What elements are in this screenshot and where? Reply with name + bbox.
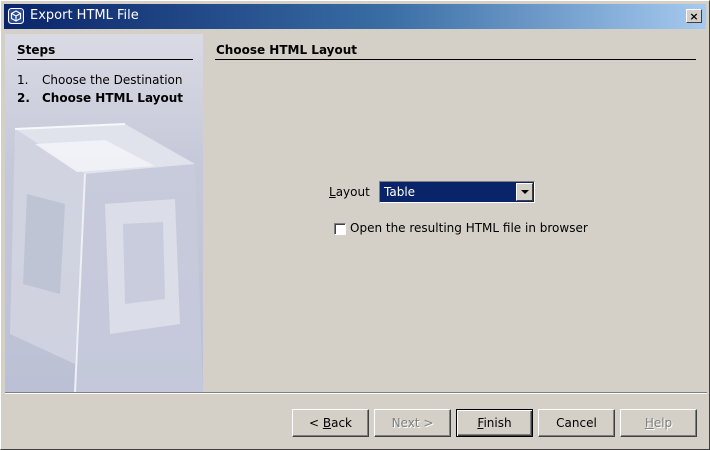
next-button[interactable]: Next >	[374, 409, 451, 437]
layout-mnemonic: L	[329, 185, 336, 199]
cancel-button[interactable]: Cancel	[538, 409, 615, 437]
back-button[interactable]: < Back	[292, 409, 369, 437]
title-bar[interactable]: Export HTML File ×	[4, 4, 706, 29]
steps-divider	[17, 59, 193, 60]
layout-label: Layout	[329, 185, 370, 199]
next-button-label: Next >	[391, 416, 434, 430]
window-title: Export HTML File	[30, 8, 139, 23]
step-label: Choose the Destination	[42, 73, 183, 87]
title-divider	[215, 59, 696, 60]
finish-button[interactable]: Finish	[456, 409, 533, 437]
step-number: 2.	[17, 91, 30, 105]
netbeans-cube-icon	[8, 8, 24, 24]
step-choose-destination: 1. Choose the Destination	[17, 73, 182, 87]
steps-heading: Steps	[17, 43, 56, 57]
step-label: Choose HTML Layout	[42, 91, 184, 105]
steps-background-graphic	[10, 123, 203, 392]
close-button[interactable]: ×	[686, 9, 702, 23]
close-icon: ×	[689, 9, 699, 23]
open-in-browser-label[interactable]: Open the resulting HTML file in browser	[350, 221, 588, 235]
button-bar-separator	[5, 392, 707, 394]
help-button[interactable]: Help	[620, 409, 697, 437]
export-html-dialog: Export HTML File × Steps 1. Choose the De…	[0, 0, 710, 450]
step-number: 1.	[17, 73, 29, 87]
page-title: Choose HTML Layout	[216, 43, 358, 57]
finish-button-label: Finish	[477, 416, 512, 430]
open-in-browser-checkbox[interactable]	[334, 223, 346, 235]
back-button-label: < Back	[308, 416, 352, 430]
help-button-label: Help	[644, 416, 673, 430]
layout-dropdown[interactable]: Table	[379, 181, 535, 203]
cancel-button-label: Cancel	[556, 416, 597, 430]
layout-selected-value: Table	[384, 185, 416, 199]
step-choose-html-layout: 2. Choose HTML Layout	[17, 91, 183, 105]
chevron-down-icon[interactable]	[516, 183, 533, 201]
steps-panel: Steps 1. Choose the Destination 2. Choose …	[5, 34, 203, 392]
